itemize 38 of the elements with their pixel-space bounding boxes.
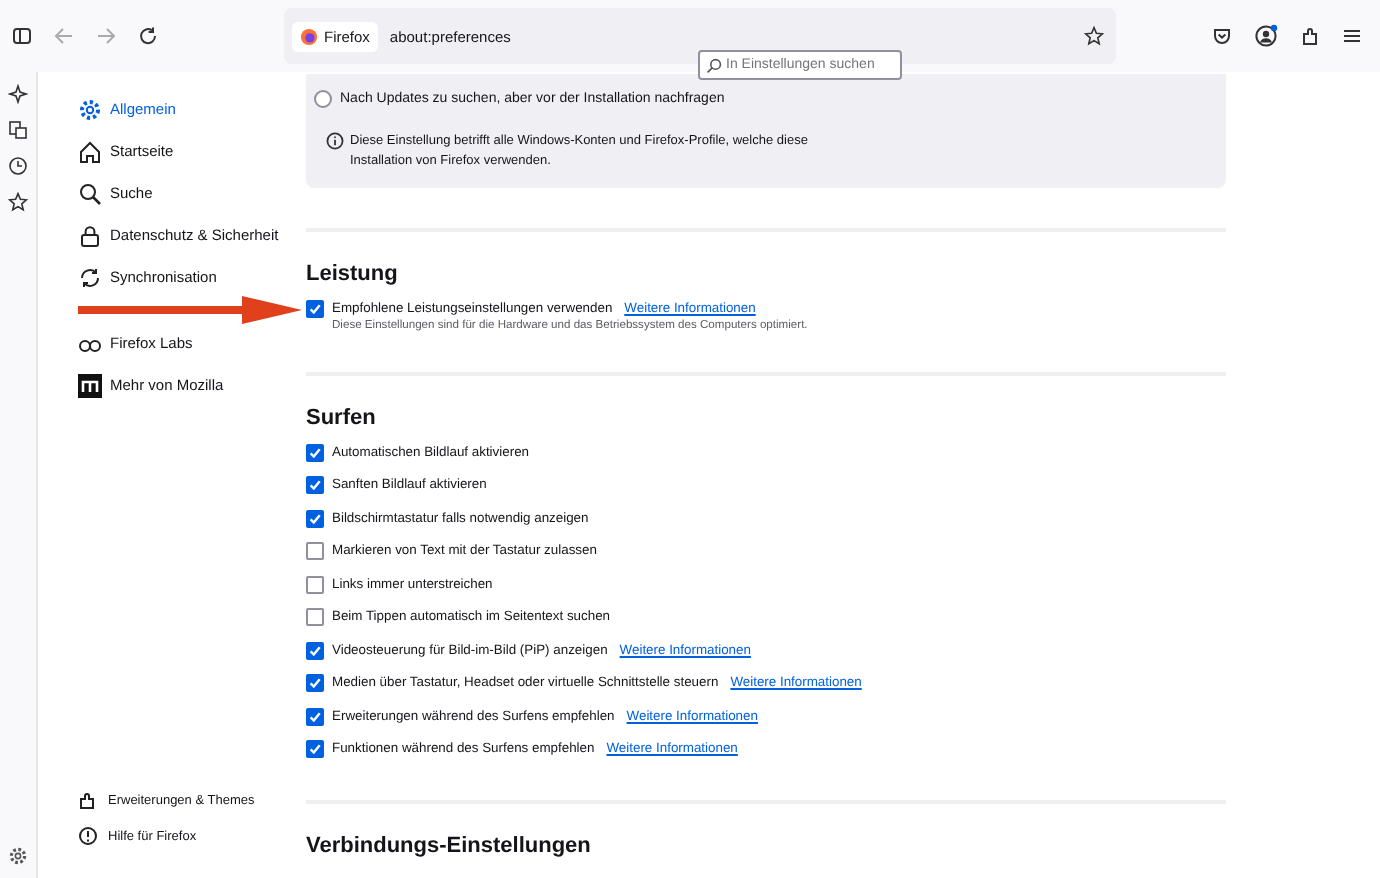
- settings-icon: [78, 97, 102, 121]
- checkbox[interactable]: [306, 575, 324, 593]
- search-icon: [78, 181, 102, 205]
- checkbox[interactable]: [306, 299, 324, 317]
- extensions-icon[interactable]: [1300, 26, 1320, 46]
- sync-icon: [78, 265, 102, 289]
- section-heading: Leistung: [306, 262, 400, 286]
- synced-tabs-icon[interactable]: [8, 120, 28, 140]
- checkbox[interactable]: [306, 443, 324, 461]
- home-icon: [78, 139, 102, 163]
- section-heading: Verbindungs-Einstellungen: [306, 833, 593, 857]
- arrow-icon: [78, 296, 302, 324]
- history-icon[interactable]: [8, 156, 28, 176]
- sparkle-icon[interactable]: [8, 84, 28, 104]
- bookmark-star-icon[interactable]: [8, 192, 28, 212]
- search-icon: [706, 57, 722, 73]
- lock-icon: [78, 223, 102, 247]
- settings-icon[interactable]: [8, 846, 28, 866]
- checkbox[interactable]: [306, 707, 324, 725]
- menu-icon[interactable]: [1342, 26, 1362, 46]
- sidebar-icon[interactable]: [12, 26, 32, 46]
- pocket-icon[interactable]: [1212, 26, 1232, 46]
- checkbox[interactable]: [306, 608, 324, 626]
- mozilla-logo-icon: [78, 373, 102, 397]
- browser-logo-icon: [300, 27, 318, 45]
- info-icon: [326, 132, 344, 150]
- reload-icon[interactable]: [138, 26, 158, 46]
- puzzle-icon: [78, 790, 98, 810]
- checkbox[interactable]: [306, 674, 324, 692]
- checkbox[interactable]: [306, 509, 324, 527]
- checkbox[interactable]: [306, 740, 324, 758]
- checkbox[interactable]: [306, 542, 324, 560]
- checkbox[interactable]: [306, 641, 324, 659]
- section-heading: Surfen: [306, 406, 378, 430]
- account-icon[interactable]: [1254, 24, 1278, 48]
- radio-button[interactable]: [314, 90, 332, 108]
- checkbox[interactable]: [306, 476, 324, 494]
- bookmark-star-icon[interactable]: [1084, 26, 1104, 46]
